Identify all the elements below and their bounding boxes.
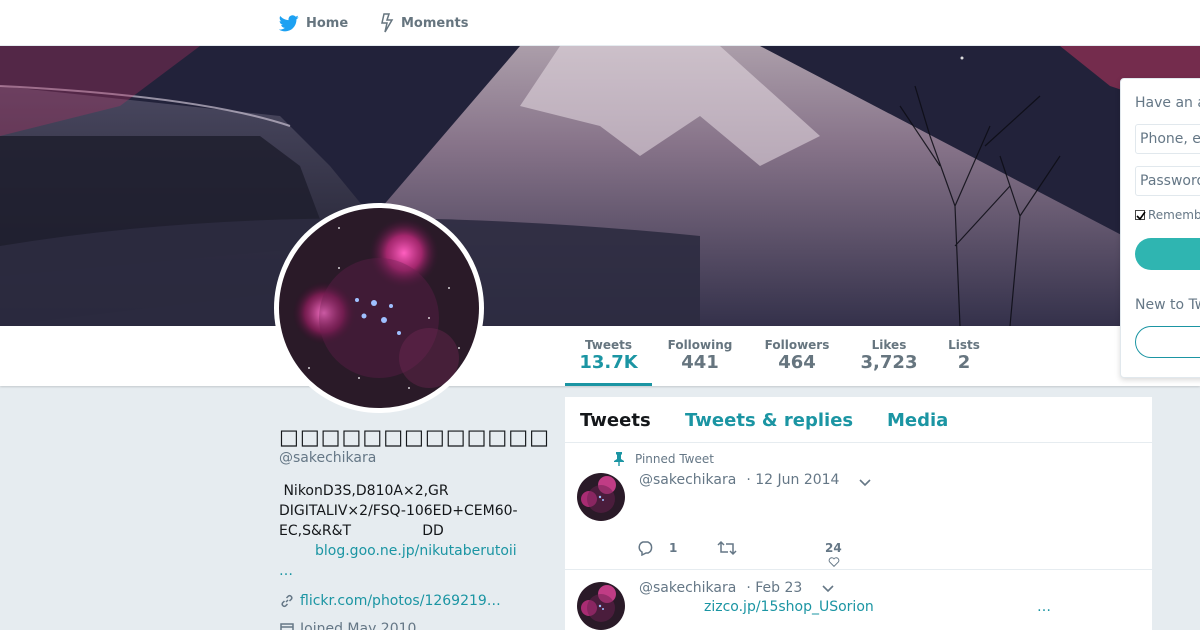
password-input[interactable] <box>1135 166 1200 196</box>
profile-avatar[interactable] <box>274 203 484 413</box>
stat-label: Followers <box>764 338 830 352</box>
tab-tweets[interactable]: Tweets <box>580 410 651 431</box>
reply-action[interactable]: 1 <box>637 540 677 556</box>
stat-value: 464 <box>778 352 816 373</box>
reply-icon <box>638 541 653 556</box>
nav-home-label: Home <box>306 15 349 31</box>
profile-bio: NikonD3S,D810A×2,GR DIGITALIV×2/FSQ-106E… <box>279 481 529 581</box>
lightning-icon <box>381 13 394 33</box>
tweet-handle[interactable]: @sakechikara <box>639 580 736 596</box>
login-dropdown: Have an account? Remember me New to Twit… <box>1120 78 1200 378</box>
pin-icon <box>614 452 624 466</box>
stat-label: Likes <box>871 338 907 352</box>
login-title: Have an account? <box>1135 95 1200 111</box>
like-count: 24 <box>825 541 842 555</box>
nav-moments[interactable]: Moments <box>380 0 468 46</box>
tweet-item[interactable]: Pinned Tweet @sakechikara · 12 Jun 2014 … <box>565 443 1152 570</box>
phone-email-input[interactable] <box>1135 124 1200 154</box>
tweet-avatar[interactable] <box>577 473 625 521</box>
stat-following[interactable]: Following 441 <box>662 326 738 386</box>
tweet-more[interactable]: … <box>1037 599 1051 615</box>
bio-more[interactable]: … <box>279 563 293 579</box>
bio-link[interactable]: blog.goo.ne.jp/nikutaberutoii <box>315 543 517 559</box>
tweet-date[interactable]: · Feb 23 <box>746 580 802 596</box>
signup-button[interactable] <box>1135 326 1200 358</box>
stat-value: 13.7K <box>579 352 638 373</box>
timeline: Tweets Tweets & replies Media Pinned Twe… <box>565 397 1152 630</box>
profile-handle[interactable]: @sakechikara <box>279 450 376 466</box>
tweet-item[interactable]: @sakechikara · Feb 23 zizco.jp/15shop_US… <box>565 570 1152 630</box>
bio-line: DIGITALIV×2/FSQ-106ED+CEM60- <box>279 503 518 519</box>
stat-value: 2 <box>957 352 971 373</box>
calendar-icon <box>280 623 294 630</box>
pinned-indicator: Pinned Tweet <box>613 452 714 466</box>
nav-moments-label: Moments <box>401 15 469 31</box>
timeline-tabs: Tweets Tweets & replies Media <box>565 397 1152 443</box>
tweet-avatar[interactable] <box>577 582 625 630</box>
profile-website: flickr.com/photos/1269219… <box>279 593 501 609</box>
stat-followers[interactable]: Followers 464 <box>759 326 835 386</box>
new-to-twitter: New to Twitter? <box>1135 297 1200 313</box>
nav-home[interactable]: Home <box>279 0 348 46</box>
stat-label: Lists <box>948 338 980 352</box>
profile-name: □□□□□□□□□□□□□ <box>279 425 550 449</box>
tweet-date[interactable]: · 12 Jun 2014 <box>746 472 839 488</box>
top-navigation: Home Moments <box>0 0 1200 46</box>
stat-label: Tweets <box>584 338 633 352</box>
tab-tweets-replies[interactable]: Tweets & replies <box>685 410 853 431</box>
stat-value: 3,723 <box>860 352 918 373</box>
twitter-bird-icon <box>279 14 299 31</box>
like-action[interactable]: 24 <box>825 541 857 567</box>
stat-tweets[interactable]: Tweets 13.7K <box>565 326 652 386</box>
avatar-image <box>279 208 479 408</box>
joined-text: Joined May 2010 <box>300 621 417 630</box>
banner-image <box>0 46 1200 326</box>
tweet-header: @sakechikara · Feb 23 <box>639 580 802 596</box>
tab-media[interactable]: Media <box>887 410 948 431</box>
retweet-action[interactable] <box>717 540 751 556</box>
pinned-label: Pinned Tweet <box>635 452 714 466</box>
login-button[interactable] <box>1135 238 1200 270</box>
reply-count: 1 <box>669 541 678 555</box>
retweet-icon <box>717 540 737 556</box>
stat-label: Following <box>667 338 733 352</box>
profile-stats-bar: Tweets 13.7K Following 441 Followers 464… <box>0 326 1200 386</box>
chevron-down-icon[interactable] <box>821 584 835 594</box>
remember-label: Remember me <box>1148 208 1200 222</box>
remember-me[interactable]: Remember me <box>1135 208 1200 222</box>
bio-line: EC,S&R&T DD <box>279 523 444 539</box>
tweet-header: @sakechikara · 12 Jun 2014 <box>639 472 839 488</box>
profile-joined: Joined May 2010 <box>279 621 416 630</box>
chevron-down-icon[interactable] <box>858 478 872 488</box>
stat-lists[interactable]: Lists 2 <box>943 326 985 386</box>
website-link[interactable]: flickr.com/photos/1269219… <box>300 593 501 609</box>
remember-checkbox[interactable] <box>1135 210 1146 221</box>
stat-value: 441 <box>681 352 719 373</box>
stat-likes[interactable]: Likes 3,723 <box>855 326 923 386</box>
heart-icon <box>828 557 840 567</box>
tweet-link[interactable]: zizco.jp/15shop_USorion <box>704 599 874 615</box>
profile-banner <box>0 46 1200 326</box>
link-icon <box>281 594 293 608</box>
tweet-handle[interactable]: @sakechikara <box>639 472 736 488</box>
bio-line: NikonD3S,D810A×2,GR <box>279 483 449 499</box>
